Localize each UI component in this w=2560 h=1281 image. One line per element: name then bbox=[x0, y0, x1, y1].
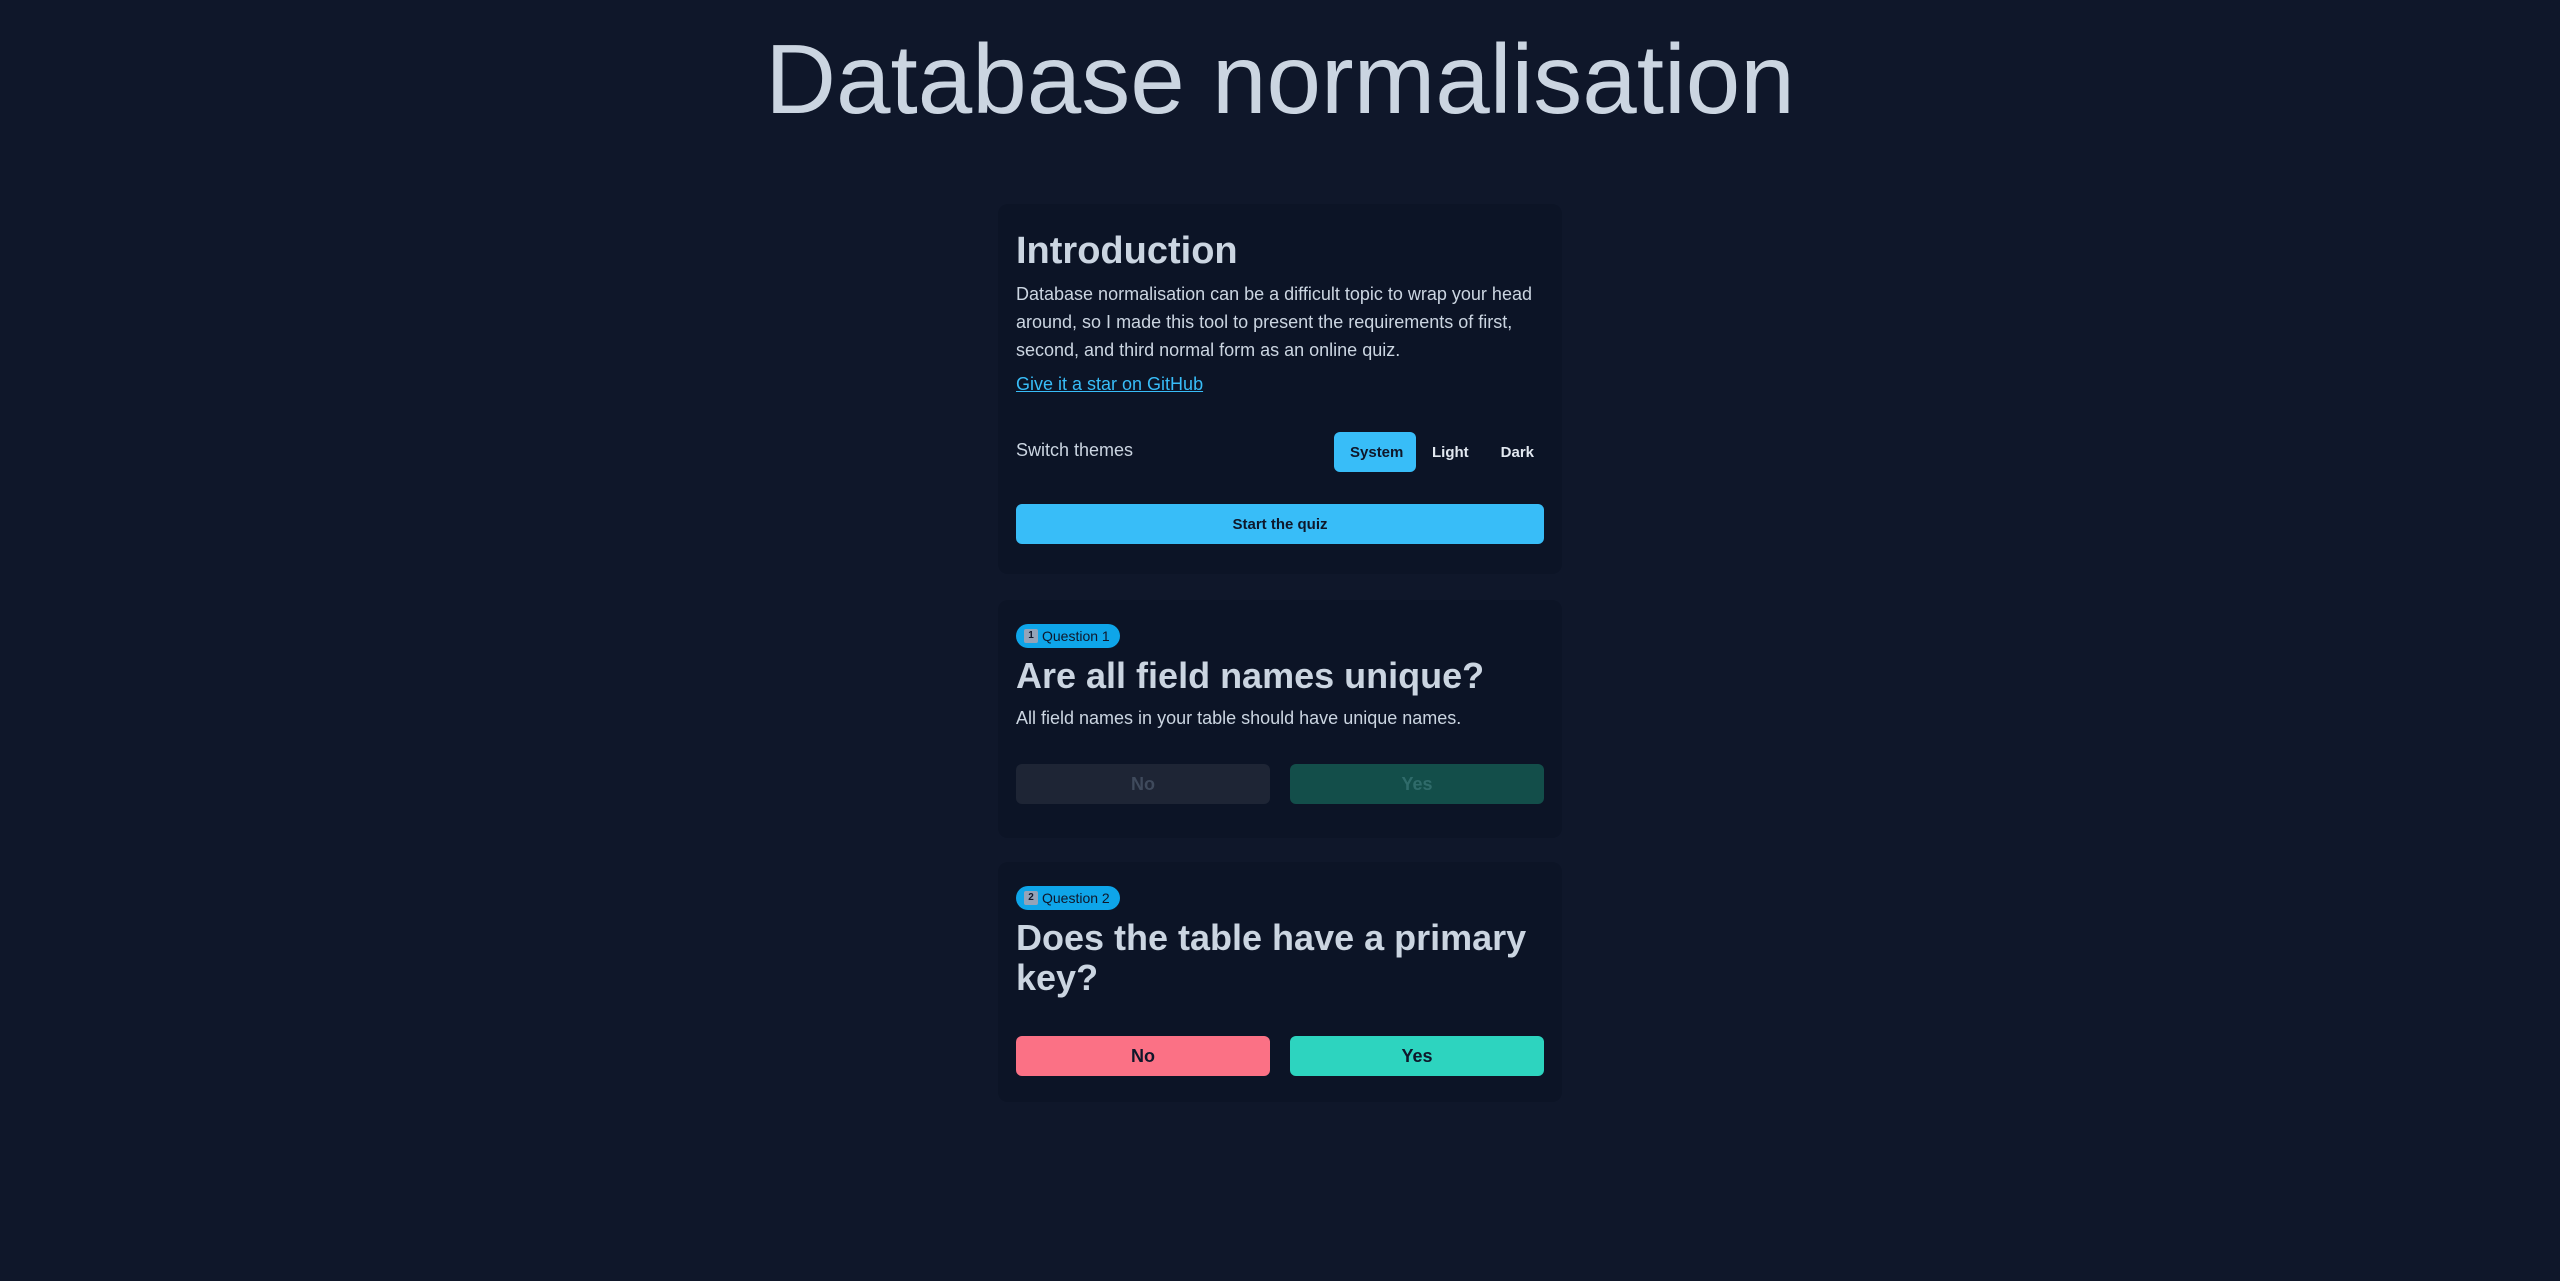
yes-button[interactable]: Yes bbox=[1290, 1036, 1544, 1076]
question-badge: 2 Question 2 bbox=[1016, 886, 1120, 910]
theme-system-button[interactable]: System bbox=[1334, 432, 1416, 472]
keycap-two-icon: 2 bbox=[1024, 891, 1038, 905]
question-card-2: 2 Question 2 Does the table have a prima… bbox=[998, 862, 1562, 1102]
github-link[interactable]: Give it a star on GitHub bbox=[1016, 374, 1203, 395]
question-card-1: 1 Question 1 Are all field names unique?… bbox=[998, 600, 1562, 838]
theme-light-button[interactable]: Light bbox=[1416, 432, 1485, 472]
no-button[interactable]: No bbox=[1016, 1036, 1270, 1076]
question-badge: 1 Question 1 bbox=[1016, 624, 1120, 648]
question-heading: Are all field names unique? bbox=[1016, 655, 1485, 696]
yes-button[interactable]: Yes bbox=[1290, 764, 1544, 804]
intro-card: Introduction Database normalisation can … bbox=[998, 204, 1562, 574]
theme-dark-button[interactable]: Dark bbox=[1485, 432, 1550, 472]
keycap-one-icon: 1 bbox=[1024, 629, 1038, 643]
no-button[interactable]: No bbox=[1016, 764, 1270, 804]
question-badge-label: Question 2 bbox=[1042, 890, 1110, 906]
theme-switcher: System Light Dark bbox=[1334, 432, 1550, 472]
intro-text: Database normalisation can be a difficul… bbox=[1016, 284, 1532, 360]
question-badge-label: Question 1 bbox=[1042, 628, 1110, 644]
start-quiz-button[interactable]: Start the quiz bbox=[1016, 504, 1544, 544]
theme-switch-label: Switch themes bbox=[1016, 440, 1134, 460]
intro-heading: Introduction bbox=[1016, 230, 1238, 272]
page-title: Database normalisation bbox=[765, 24, 1795, 134]
question-text: All field names in your table should hav… bbox=[1016, 708, 1462, 728]
question-heading: Does the table have a primary key? bbox=[1016, 917, 1527, 998]
